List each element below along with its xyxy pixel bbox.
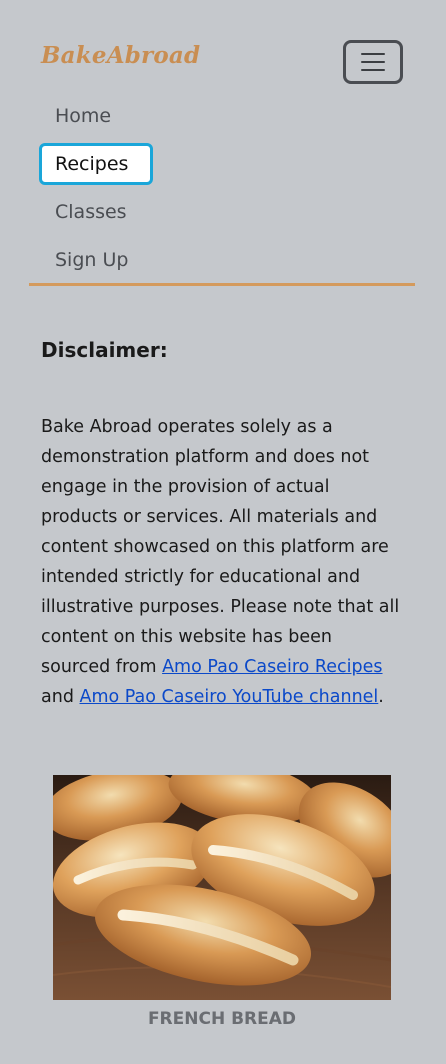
nav-item-label: Home (55, 105, 112, 127)
disclaimer-body-text: Bake Abroad operates solely as a demonst… (41, 417, 400, 677)
amo-pao-recipes-link[interactable]: Amo Pao Caseiro Recipes (162, 657, 382, 677)
hamburger-menu-icon (361, 53, 385, 55)
disclaimer-period: . (378, 687, 384, 707)
hamburger-bar (361, 69, 385, 71)
brand-logo[interactable]: BakeAbroad (41, 42, 200, 69)
hamburger-bar (361, 61, 385, 63)
disclaimer-conjunction: and (41, 687, 80, 707)
nav-item-recipes[interactable]: Recipes (39, 143, 153, 185)
navbar-toggle-button[interactable] (343, 40, 403, 84)
disclaimer-title: Disclaimer: (41, 338, 168, 362)
french-bread-photo[interactable] (53, 775, 391, 1000)
amo-pao-youtube-link[interactable]: Amo Pao Caseiro YouTube channel (80, 687, 379, 707)
french-bread-image (53, 775, 391, 1000)
nav-item-home[interactable]: Home (39, 92, 409, 140)
nav-item-label: Recipes (55, 153, 129, 175)
main-nav: Home Recipes Classes Sign Up (39, 92, 409, 284)
nav-item-sign-up[interactable]: Sign Up (39, 236, 409, 284)
nav-divider (29, 283, 415, 286)
photo-caption: FRENCH BREAD (147, 1009, 297, 1029)
nav-item-classes[interactable]: Classes (39, 188, 409, 236)
disclaimer-text: Bake Abroad operates solely as a demonst… (41, 412, 403, 712)
nav-item-label: Classes (55, 201, 127, 223)
nav-item-label: Sign Up (55, 249, 129, 271)
